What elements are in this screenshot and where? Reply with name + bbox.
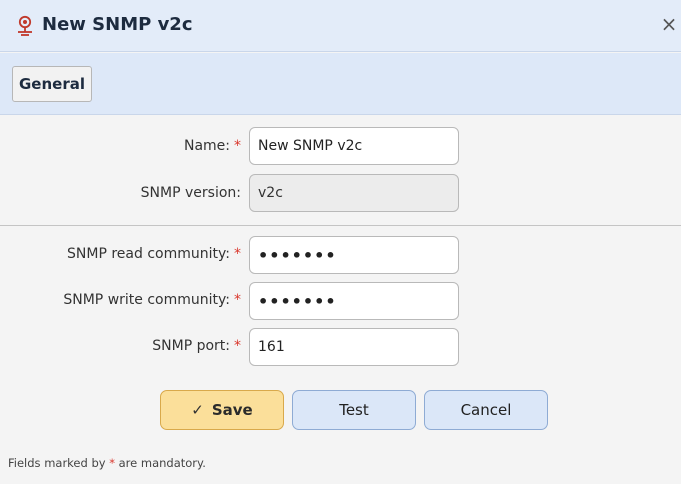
name-label: Name: *: [184, 138, 241, 154]
read-community-input[interactable]: •••••••: [249, 236, 459, 274]
read-community-label: SNMP read community: *: [67, 246, 241, 262]
general-form: Name: * New SNMP v2c SNMP version: v2c SN…: [0, 116, 681, 484]
write-community-input[interactable]: •••••••: [249, 282, 459, 320]
read-community-label-text: SNMP read community:: [67, 246, 230, 262]
tab-general[interactable]: General: [12, 66, 92, 102]
dialog-titlebar: New SNMP v2c ×: [0, 0, 681, 52]
port-input[interactable]: 161: [249, 328, 459, 366]
mandatory-footnote: Fields marked by * are mandatory.: [8, 456, 206, 470]
footnote-prefix: Fields marked by: [8, 456, 110, 470]
dialog-title: New SNMP v2c: [42, 14, 193, 35]
footnote-suffix: are mandatory.: [114, 456, 206, 470]
checkmark-icon: ✓: [191, 401, 204, 419]
snmp-network-icon: [14, 15, 36, 37]
required-marker: *: [234, 292, 241, 308]
required-marker: *: [234, 138, 241, 154]
snmp-version-label: SNMP version:: [141, 185, 241, 201]
port-label-text: SNMP port:: [152, 338, 230, 354]
test-button[interactable]: Test: [292, 390, 416, 430]
section-divider: [0, 225, 681, 226]
port-label: SNMP port: *: [152, 338, 241, 354]
name-input[interactable]: New SNMP v2c: [249, 127, 459, 165]
tab-bar: General: [0, 53, 681, 115]
required-marker: *: [234, 338, 241, 354]
snmp-version-field: v2c: [249, 174, 459, 212]
snmp-version-label-text: SNMP version:: [140, 185, 241, 201]
write-community-label: SNMP write community: *: [63, 292, 241, 308]
save-button[interactable]: ✓ Save: [160, 390, 284, 430]
snmp-dialog: New SNMP v2c × General Name: * New SNMP v…: [0, 0, 681, 484]
cancel-button[interactable]: Cancel: [424, 390, 548, 430]
save-button-label: Save: [211, 401, 253, 419]
required-marker: *: [234, 246, 241, 262]
name-label-text: Name:: [183, 138, 230, 154]
close-icon[interactable]: ×: [660, 14, 678, 34]
write-community-label-text: SNMP write community:: [63, 292, 230, 308]
